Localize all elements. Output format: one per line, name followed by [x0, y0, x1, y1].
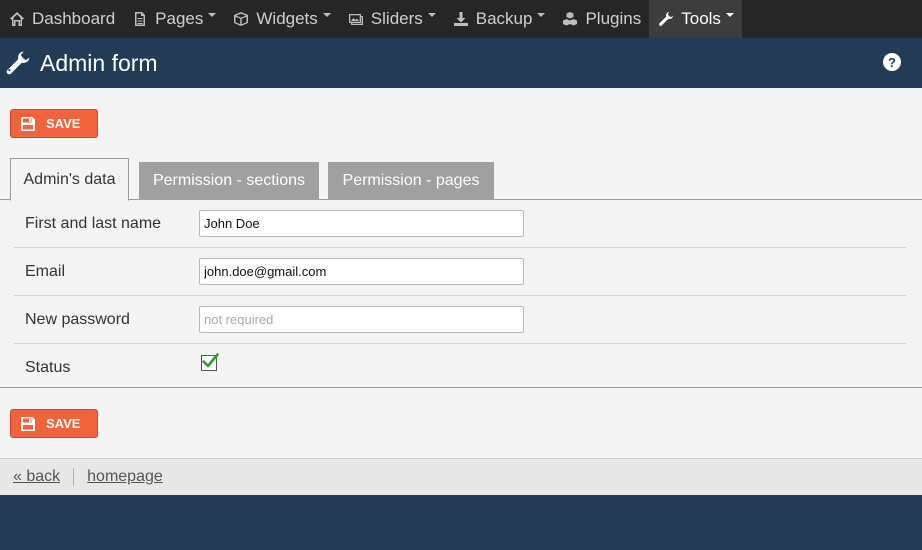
document-icon — [131, 10, 149, 28]
nav-item-dashboard[interactable]: Dashboard — [0, 0, 123, 38]
cube-icon — [232, 10, 250, 28]
tab-permission-sections[interactable]: Permission - sections — [139, 162, 319, 200]
nav-item-label: Tools — [681, 9, 721, 28]
top-navigation: Dashboard Pages Widgets Sliders Backup P… — [0, 0, 922, 38]
homepage-link[interactable]: homepage — [87, 468, 163, 486]
email-input[interactable] — [199, 258, 524, 285]
form-content: SAVE Admin's data Permission - sections … — [0, 88, 922, 458]
caret-down-icon — [208, 13, 217, 17]
nav-item-pages[interactable]: Pages — [123, 0, 224, 38]
form-row-password: New password — [14, 296, 906, 344]
floppy-disk-icon — [20, 416, 36, 432]
nav-item-backup[interactable]: Backup — [444, 0, 554, 38]
save-button-label: SAVE — [46, 116, 81, 131]
nav-item-label: Plugins — [585, 9, 642, 28]
save-button-label: SAVE — [46, 416, 81, 431]
cubes-icon — [561, 10, 579, 28]
home-icon — [8, 10, 26, 28]
form-tabs: Admin's data Permission - sections Permi… — [0, 158, 922, 201]
tab-permission-pages[interactable]: Permission - pages — [328, 162, 494, 200]
divider — [73, 468, 75, 486]
nav-item-label: Dashboard — [32, 9, 116, 28]
caret-down-icon — [725, 13, 734, 17]
nav-item-label: Pages — [155, 9, 204, 28]
caret-down-icon — [322, 13, 331, 17]
status-checkbox[interactable] — [201, 353, 219, 371]
caret-down-icon — [427, 13, 436, 17]
divider — [0, 387, 922, 388]
footer-links: « back homepage — [0, 458, 922, 495]
page-header: Admin form ? — [0, 38, 922, 88]
wrench-icon — [657, 10, 675, 28]
wrench-icon — [5, 50, 31, 76]
image-icon — [347, 10, 365, 28]
status-label: Status — [25, 359, 71, 376]
checkmark-icon — [202, 353, 219, 368]
email-label: Email — [25, 263, 66, 280]
form-row-email: Email — [14, 248, 906, 296]
page-title: Admin form — [40, 49, 158, 76]
tab-admins-data[interactable]: Admin's data — [10, 158, 129, 201]
form-row-name: First and last name — [14, 200, 906, 248]
password-input[interactable] — [199, 306, 524, 333]
nav-item-widgets[interactable]: Widgets — [224, 0, 338, 38]
download-icon — [452, 10, 470, 28]
save-button-bottom[interactable]: SAVE — [10, 409, 98, 438]
nav-item-label: Backup — [475, 9, 533, 28]
caret-down-icon — [537, 13, 546, 17]
name-input[interactable] — [199, 210, 524, 237]
nav-item-sliders[interactable]: Sliders — [339, 0, 444, 38]
form-row-status: Status — [14, 344, 906, 392]
nav-item-plugins[interactable]: Plugins — [553, 0, 649, 38]
nav-item-tools[interactable]: Tools — [649, 0, 742, 38]
name-label: First and last name — [25, 215, 162, 232]
password-label: New password — [25, 311, 130, 328]
floppy-disk-icon — [20, 116, 36, 132]
nav-item-label: Sliders — [370, 9, 423, 28]
help-icon[interactable]: ? — [883, 53, 901, 71]
back-link[interactable]: « back — [13, 468, 60, 486]
nav-item-label: Widgets — [256, 9, 318, 28]
save-button-top[interactable]: SAVE — [10, 109, 98, 138]
